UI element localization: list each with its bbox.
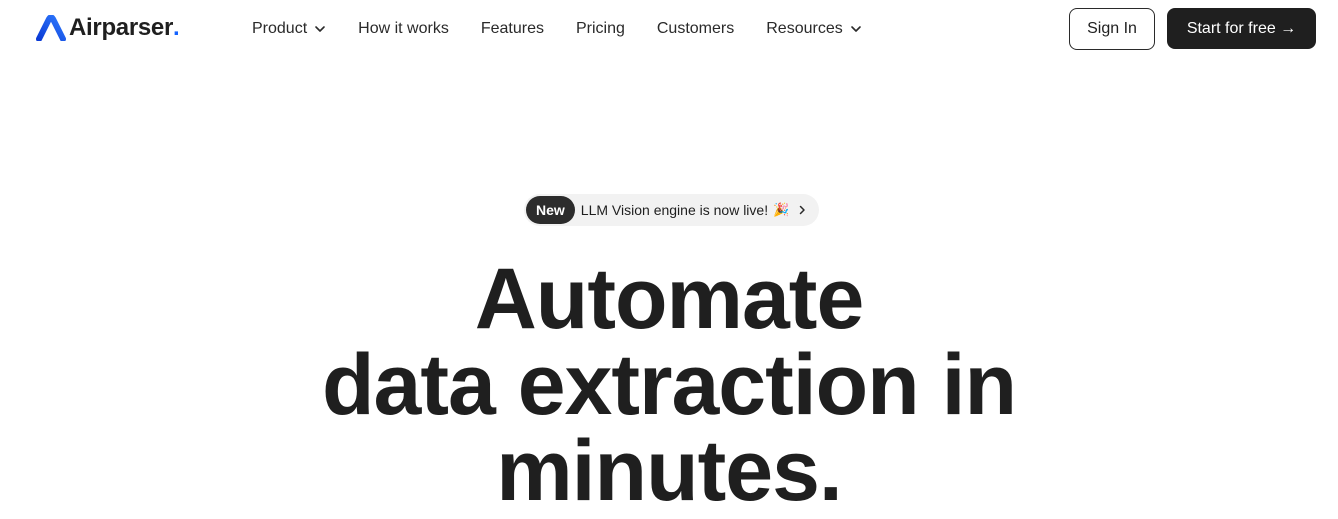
- nav-customers[interactable]: Customers: [641, 20, 750, 38]
- nav-customers-label: Customers: [656, 20, 735, 37]
- main-nav: Product How it works Features Pricing Cu…: [236, 17, 878, 41]
- hero-line-1: Automate: [474, 251, 865, 347]
- announcement-text: LLM Vision engine is now live!: [580, 202, 769, 218]
- nav-how-it-works-label: How it works: [358, 20, 449, 37]
- logo-dot: .: [173, 14, 180, 41]
- nav-features[interactable]: Features: [465, 20, 560, 38]
- sign-in-button[interactable]: Sign In: [1069, 8, 1155, 50]
- party-popper-icon: 🎉: [773, 202, 790, 217]
- hero-line-3: minutes.: [496, 423, 843, 519]
- nav-how-it-works[interactable]: How it works: [342, 20, 465, 38]
- logo-text: Airparser: [69, 14, 174, 41]
- nav-pricing-label: Pricing: [575, 20, 625, 37]
- chevron-right-icon: [800, 205, 806, 215]
- site-header: Airparser. Product How it works Features…: [0, 0, 1338, 58]
- nav-resources[interactable]: Resources: [750, 20, 877, 38]
- hero-line-2: data extraction in: [321, 337, 1017, 433]
- new-badge: New: [526, 196, 575, 224]
- nav-product[interactable]: Product: [236, 20, 342, 38]
- hero-heading: Automate data extraction in minutes.: [0, 256, 1338, 514]
- nav-product-label: Product: [252, 20, 308, 37]
- announcement-pill[interactable]: New LLM Vision engine is now live! 🎉: [524, 194, 820, 226]
- chevron-down-icon: [850, 26, 861, 32]
- logo-link[interactable]: Airparser.: [36, 12, 180, 44]
- start-for-free-button[interactable]: Start for free →: [1167, 8, 1316, 49]
- airparser-logo-icon: [36, 15, 66, 41]
- nav-pricing[interactable]: Pricing: [560, 20, 641, 38]
- nav-resources-label: Resources: [766, 20, 843, 37]
- chevron-down-icon: [315, 26, 325, 32]
- nav-features-label: Features: [480, 20, 544, 37]
